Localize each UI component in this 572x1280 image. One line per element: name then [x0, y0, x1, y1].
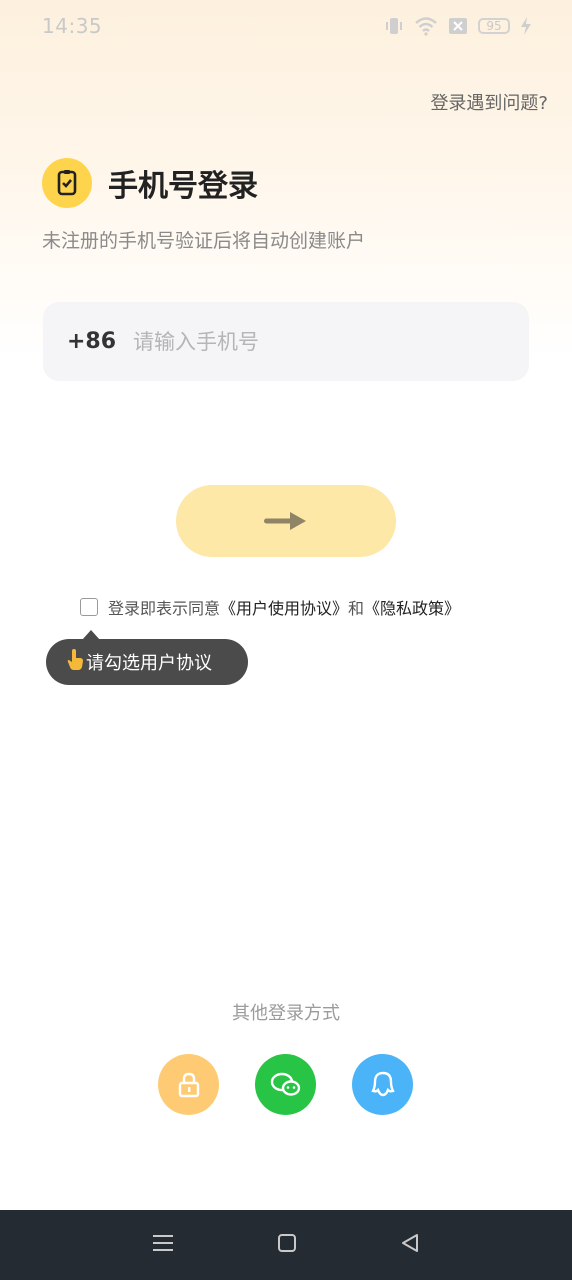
- agreement-checkbox[interactable]: [80, 598, 98, 616]
- login-submit-button[interactable]: [176, 485, 396, 557]
- agreement-row: 登录即表示同意《用户使用协议》和《隐私政策》: [80, 595, 460, 619]
- battery-icon: 95: [478, 18, 510, 34]
- agreement-text: 登录即表示同意《用户使用协议》和《隐私政策》: [108, 595, 460, 619]
- battery-level: 95: [486, 19, 502, 33]
- back-icon[interactable]: [399, 1232, 421, 1258]
- login-help-link[interactable]: 登录遇到问题?: [430, 89, 548, 115]
- wechat-icon: [270, 1072, 300, 1096]
- wechat-login-button[interactable]: [255, 1054, 316, 1115]
- other-login-title: 其他登录方式: [232, 1003, 340, 1024]
- status-bar: 14:35 95: [0, 0, 572, 52]
- agreement-prefix: 登录即表示同意: [108, 599, 221, 618]
- system-nav-bar: [0, 1210, 572, 1280]
- wifi-icon: [414, 16, 438, 36]
- qq-login-button[interactable]: [352, 1054, 413, 1115]
- tooltip-text: 请勾选用户协议: [86, 653, 212, 674]
- status-time: 14:35: [42, 14, 103, 38]
- privacy-policy-link[interactable]: 《隐私政策》: [364, 599, 460, 618]
- page-subtitle: 未注册的手机号验证后将自动创建账户: [42, 230, 366, 252]
- charging-icon: [520, 16, 532, 36]
- phone-input-container: +86: [43, 302, 529, 381]
- lock-icon: [178, 1072, 199, 1097]
- page-title: 手机号登录: [108, 169, 258, 204]
- phone-number-input[interactable]: [131, 328, 495, 355]
- title-row: 手机号登录: [42, 158, 258, 208]
- menu-icon[interactable]: [151, 1232, 175, 1258]
- user-agreement-link[interactable]: 《用户使用协议》: [220, 599, 348, 618]
- password-login-button[interactable]: [158, 1054, 219, 1115]
- sim-off-icon: [448, 17, 468, 35]
- pointing-hand-icon: [66, 648, 84, 676]
- status-icons: 95: [384, 16, 532, 36]
- agreement-tooltip: 请勾选用户协议: [46, 639, 248, 685]
- country-code[interactable]: +86: [67, 329, 131, 354]
- phone-check-icon: [42, 158, 92, 208]
- qq-icon: [370, 1071, 395, 1096]
- home-icon[interactable]: [276, 1232, 298, 1258]
- other-login-methods: [158, 1054, 413, 1115]
- vibrate-icon: [384, 16, 404, 36]
- agreement-and: 和: [348, 599, 365, 618]
- arrow-right-icon: [264, 512, 306, 530]
